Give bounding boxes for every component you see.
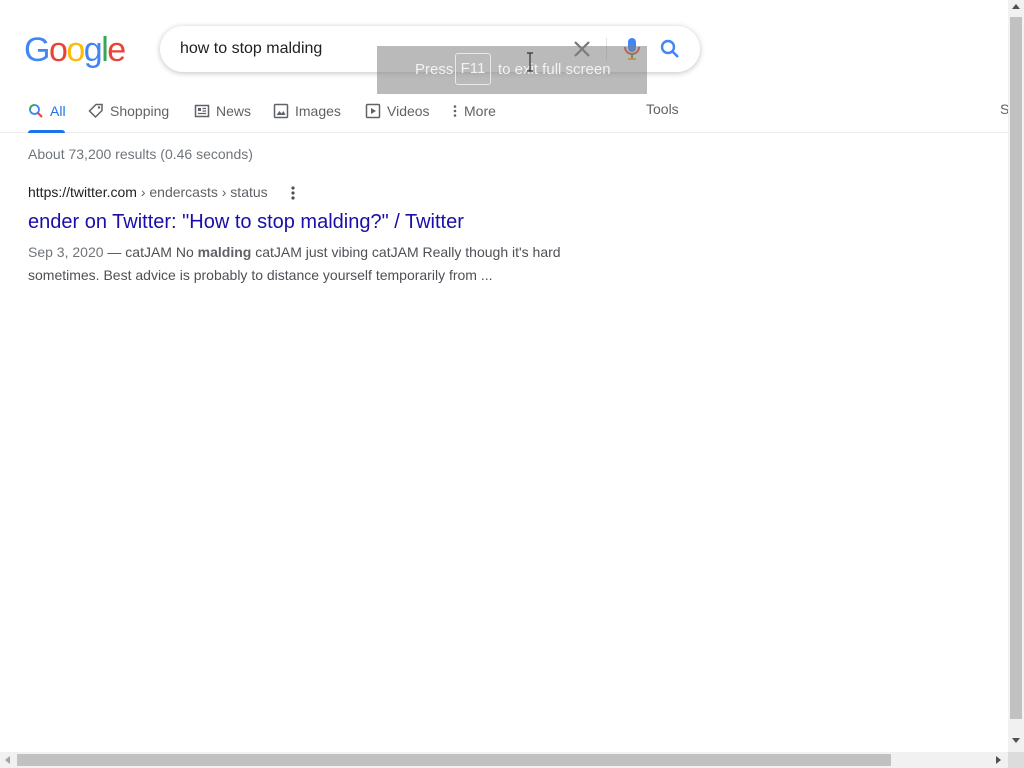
play-icon [365,103,381,119]
tools-button[interactable]: Tools [646,101,679,117]
result-breadcrumb[interactable]: https://twitter.com › endercasts › statu… [28,182,588,202]
result-title-link[interactable]: ender on Twitter: "How to stop malding?"… [28,209,588,235]
snippet-bold: malding [197,244,252,260]
scroll-left-arrow-icon[interactable] [5,756,10,764]
toast-press-text: Press [415,61,454,78]
tab-label: Shopping [110,103,170,119]
horizontal-scroll-thumb[interactable] [17,754,891,766]
tab-more[interactable]: More [452,101,496,121]
tab-label: All [50,103,66,119]
search-icon [660,39,679,58]
vertical-scroll-thumb[interactable] [1010,17,1022,719]
text-cursor-icon [527,52,533,72]
active-tab-indicator [28,130,65,133]
google-logo[interactable]: Google [24,30,126,70]
search-icon [29,104,43,118]
tag-icon [88,103,103,119]
snippet-pre: catJAM No [125,244,198,260]
logo-letter-e: e [107,31,126,69]
logo-letter-g2: g [83,31,103,69]
tab-images[interactable]: Images [273,101,341,121]
scroll-right-arrow-icon[interactable] [996,756,1001,764]
scroll-up-arrow-icon[interactable] [1012,4,1020,9]
image-icon [273,103,289,119]
tab-all[interactable]: All [28,101,66,121]
tab-videos[interactable]: Videos [365,101,430,121]
scroll-down-arrow-icon[interactable] [1012,738,1020,743]
search-tabs: All Shopping News Images Videos More Too… [0,96,1008,133]
more-vert-icon [453,105,457,117]
safesearch-link[interactable]: S [1000,101,1008,117]
result-date: Sep 3, 2020 [28,244,104,260]
news-icon [194,104,210,118]
tab-news[interactable]: News [194,101,251,121]
more-options-icon[interactable] [286,184,300,202]
horizontal-scrollbar[interactable] [0,752,1008,768]
tab-label: Images [295,103,341,119]
date-dash: — [103,244,126,260]
result-stats: About 73,200 results (0.46 seconds) [28,146,253,162]
toast-rest-text: to exit full screen [498,61,611,78]
result-snippet: Sep 3, 2020 — catJAM No malding catJAM j… [28,241,588,287]
result-path: › endercasts › status [136,184,268,200]
logo-letter-g: G [24,31,50,69]
scrollbar-corner [1008,752,1024,768]
fullscreen-exit-toast: Press F11 to exit full screen [377,46,647,94]
logo-letter-o2: o [66,31,85,69]
result-domain: https://twitter.com [28,184,137,200]
logo-letter-o1: o [48,31,68,69]
vertical-scrollbar[interactable] [1008,0,1024,752]
search-button[interactable] [658,37,682,61]
tab-shopping[interactable]: Shopping [88,101,169,121]
tab-label: News [216,103,252,119]
tab-label: More [464,103,496,119]
tab-label: Videos [387,103,430,119]
search-result: https://twitter.com › endercasts › statu… [28,182,588,287]
toast-key-badge: F11 [455,53,491,85]
